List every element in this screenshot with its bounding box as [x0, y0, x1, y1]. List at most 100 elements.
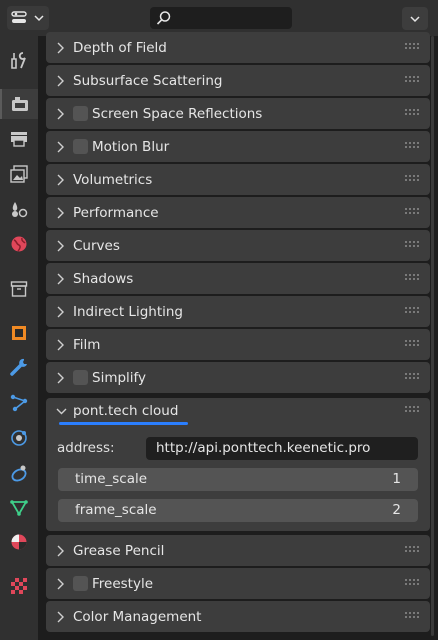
- time-scale-label: time_scale: [75, 471, 148, 487]
- constraint-icon: [11, 465, 27, 482]
- scene-icon: [12, 202, 28, 218]
- time-scale-field[interactable]: time_scale 1: [58, 468, 418, 491]
- panel-freestyle[interactable]: Freestyle: [46, 568, 430, 599]
- editor-type-dropdown[interactable]: [7, 6, 49, 30]
- panel-simplify[interactable]: Simplify: [46, 362, 430, 393]
- panel-label: Depth of Field: [73, 39, 167, 56]
- panel-film[interactable]: Film: [46, 329, 430, 360]
- particles-icon: [10, 394, 28, 412]
- chevron-right-icon: [56, 108, 67, 120]
- panel-performance[interactable]: Performance: [46, 197, 430, 228]
- drag-handle-icon[interactable]: [405, 373, 421, 381]
- active-panel-underline: [59, 422, 188, 425]
- enable-checkbox[interactable]: [73, 139, 88, 154]
- panel-label: Shadows: [73, 270, 134, 287]
- panel-label: Grease Pencil: [73, 542, 165, 559]
- properties-editor-icon: [11, 11, 27, 23]
- drag-handle-icon[interactable]: [405, 142, 421, 150]
- panel-label: Motion Blur: [92, 138, 170, 155]
- panel-depth-of-field[interactable]: Depth of Field: [46, 32, 430, 63]
- chevron-down-icon: [410, 15, 420, 22]
- material-sphere-icon: [11, 534, 27, 550]
- panel-label: Indirect Lighting: [73, 303, 183, 320]
- header-bar: [0, 0, 438, 36]
- panel-subsurface-scattering[interactable]: Subsurface Scattering: [46, 65, 430, 96]
- panel-label: Film: [73, 336, 101, 353]
- panel-volumetrics[interactable]: Volumetrics: [46, 164, 430, 195]
- drag-handle-icon[interactable]: [405, 307, 421, 315]
- chevron-right-icon: [56, 372, 67, 384]
- wrench-screwdriver-icon: [11, 52, 26, 69]
- panel-shadows[interactable]: Shadows: [46, 263, 430, 294]
- tab-modifiers[interactable]: [0, 352, 38, 382]
- panel-label: Subsurface Scattering: [73, 72, 223, 89]
- drag-handle-icon[interactable]: [405, 579, 421, 587]
- tab-constraints[interactable]: [0, 458, 38, 488]
- physics-orbit-icon: [11, 430, 27, 446]
- drag-handle-icon[interactable]: [405, 43, 421, 51]
- tab-physics[interactable]: [0, 423, 38, 453]
- tab-particles[interactable]: [0, 388, 38, 418]
- tab-object[interactable]: [0, 318, 38, 348]
- search-icon: [156, 11, 171, 25]
- drag-handle-icon[interactable]: [405, 546, 421, 554]
- panel-label: pont.tech cloud: [73, 402, 179, 419]
- checker-texture-icon: [11, 578, 27, 594]
- frame-scale-field[interactable]: frame_scale 2: [58, 499, 418, 522]
- address-label: address:: [57, 440, 115, 456]
- mesh-data-icon: [10, 500, 28, 516]
- tab-tool[interactable]: [0, 46, 38, 76]
- chevron-right-icon: [56, 75, 67, 87]
- panel-indirect-lighting[interactable]: Indirect Lighting: [46, 296, 430, 327]
- drag-handle-icon[interactable]: [405, 340, 421, 348]
- drag-handle-icon[interactable]: [405, 208, 421, 216]
- tab-scene[interactable]: [0, 194, 38, 224]
- chevron-right-icon: [56, 141, 67, 153]
- enable-checkbox[interactable]: [73, 576, 88, 591]
- chevron-right-icon: [56, 273, 67, 285]
- panel-label: Freestyle: [92, 575, 154, 592]
- tab-output[interactable]: [0, 124, 38, 154]
- tab-render[interactable]: [0, 89, 38, 119]
- frame-scale-label: frame_scale: [75, 502, 157, 518]
- object-cube-icon: [12, 326, 26, 340]
- panel-grease-pencil[interactable]: Grease Pencil: [46, 535, 430, 566]
- drag-handle-icon[interactable]: [405, 274, 421, 282]
- search-input[interactable]: [150, 7, 292, 29]
- enable-checkbox[interactable]: [73, 370, 88, 385]
- chevron-right-icon: [56, 42, 67, 54]
- tab-collection[interactable]: [0, 274, 38, 304]
- chevron-down-icon: [34, 15, 44, 22]
- panel-screen-space-reflections[interactable]: Screen Space Reflections: [46, 98, 430, 129]
- drag-handle-icon[interactable]: [405, 175, 421, 183]
- tab-texture[interactable]: [0, 571, 38, 601]
- time-scale-value: 1: [392, 471, 401, 487]
- tab-material[interactable]: [0, 527, 38, 557]
- drag-handle-icon[interactable]: [405, 612, 421, 620]
- tab-view-layer[interactable]: [0, 159, 38, 189]
- camera-back-icon: [12, 97, 28, 111]
- chevron-right-icon: [56, 207, 67, 219]
- drag-handle-icon[interactable]: [405, 241, 421, 249]
- drag-handle-icon[interactable]: [405, 406, 421, 414]
- drag-handle-icon[interactable]: [405, 76, 421, 84]
- panel-motion-blur[interactable]: Motion Blur: [46, 131, 430, 162]
- chevron-right-icon: [56, 578, 67, 590]
- drag-handle-icon[interactable]: [405, 109, 421, 117]
- options-dropdown-button[interactable]: [402, 7, 428, 30]
- enable-checkbox[interactable]: [73, 106, 88, 121]
- panel-label: Curves: [73, 237, 120, 254]
- panel-label: Volumetrics: [73, 171, 153, 188]
- chevron-right-icon: [56, 545, 67, 557]
- tab-world[interactable]: [0, 229, 38, 259]
- panel-curves[interactable]: Curves: [46, 230, 430, 261]
- chevron-right-icon: [56, 240, 67, 252]
- chevron-right-icon: [56, 306, 67, 318]
- box-icon: [10, 281, 28, 297]
- tab-data[interactable]: [0, 492, 38, 522]
- scrollbar[interactable]: [431, 36, 434, 636]
- images-icon: [10, 165, 28, 183]
- address-field[interactable]: http://api.ponttech.keenetic.pro: [146, 437, 418, 460]
- panel-color-management[interactable]: Color Management: [46, 601, 430, 632]
- panel-label: Simplify: [92, 369, 147, 386]
